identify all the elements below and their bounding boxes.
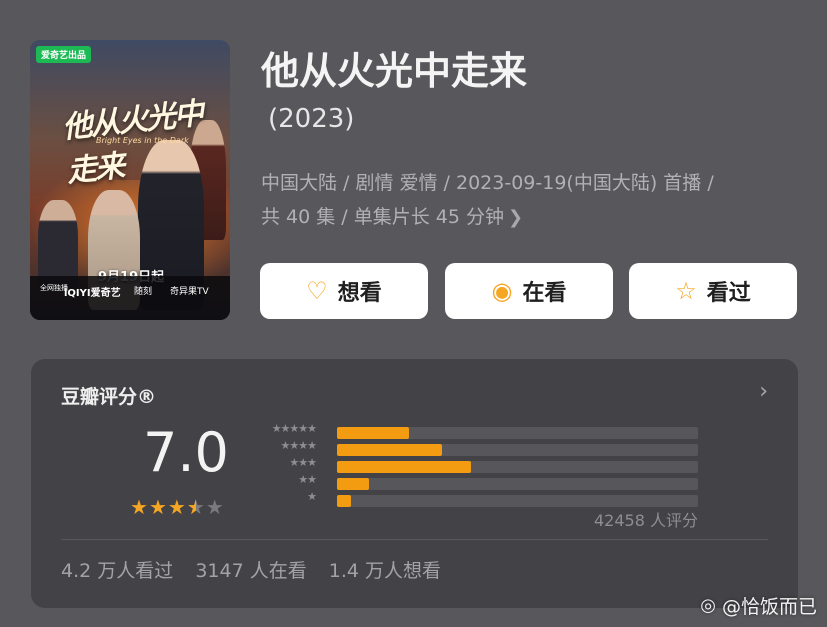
meta-info-line1: 中国大陆 / 剧情 爱情 / 2023-09-19(中国大陆) 首播 / (261, 172, 714, 194)
distribution-row-2-star: ★★ (256, 473, 706, 493)
distribution-track (337, 461, 698, 473)
star-level-icon: ★★★★★ (271, 422, 317, 435)
star-half-icon: ★ (187, 495, 206, 519)
poster-subtitle-art: Bright Eyes in the Dark (96, 136, 189, 145)
want-to-watch-button[interactable]: ♡ 想看 (260, 263, 428, 319)
meta-info-line2: 共 40 集 / 单集片长 45 分钟 ❯ (261, 200, 801, 235)
watched-label: 看过 (706, 281, 751, 306)
distribution-bar (337, 444, 442, 456)
star-level-icon: ★★ (298, 473, 317, 486)
poster-logo-strip: 全网独播 iQIYI爱奇艺 随刻 奇异果TV (30, 276, 230, 320)
rating-score: 7.0 (143, 421, 229, 484)
release-year: (2023) (268, 104, 355, 134)
rating-distribution: ★★★★★ ★★★★ ★★★ ★★ ★ (256, 422, 706, 510)
star-level-icon: ★ (307, 490, 317, 503)
distribution-bar (337, 461, 471, 473)
distribution-track (337, 478, 698, 490)
star-empty-icon: ★ (205, 495, 225, 519)
distribution-row-4-star: ★★★★ (256, 439, 706, 459)
divider (61, 539, 768, 540)
rating-count[interactable]: 42458 人评分 (594, 507, 698, 531)
distribution-row-5-star: ★★★★★ (256, 422, 706, 442)
weibo-icon: ◎ (700, 595, 716, 616)
want-to-watch-label: 想看 (337, 281, 382, 306)
target-circle-icon: ◉ (491, 277, 513, 305)
distribution-row-3-star: ★★★ (256, 456, 706, 476)
watching-label: 在看 (522, 281, 567, 306)
rating-card[interactable]: 豆瓣评分® › 7.0 ★★★★★ ★★★★★★★★★★★★★★★ 42458 … (31, 359, 798, 608)
poster-logo-iqiyi: iQIYI爱奇艺 (64, 288, 121, 299)
watching-button[interactable]: ◉ 在看 (445, 263, 613, 319)
meta-info-line2-text: 共 40 集 / 单集片长 45 分钟 (261, 206, 504, 228)
star-outline-icon: ☆ (675, 277, 697, 305)
star-level-icon: ★★★ (289, 456, 317, 469)
chevron-right-icon[interactable]: › (759, 379, 768, 404)
want-count[interactable]: 1.4 万人想看 (329, 560, 441, 582)
star-filled-icon: ★ (167, 495, 187, 519)
rating-card-title: 豆瓣评分® (61, 386, 157, 408)
distribution-bar (337, 495, 352, 507)
weibo-watermark: ◎ @恰饭而已 (700, 592, 817, 619)
distribution-bar (337, 427, 410, 439)
page-title: 他从火光中走来 (261, 49, 528, 93)
action-buttons: ♡ 想看 ◉ 在看 ☆ 看过 (260, 263, 800, 319)
heart-plus-icon: ♡ (306, 277, 328, 305)
watched-button[interactable]: ☆ 看过 (629, 263, 797, 319)
poster-logo-qiyiguo: 奇异果TV (170, 287, 209, 297)
distribution-track (337, 427, 698, 439)
rating-stars: ★★★★ ★ (130, 495, 225, 519)
watermark-text: @恰饭而已 (721, 596, 817, 618)
star-filled-icon: ★ (148, 495, 168, 519)
star-level-icon: ★★★★ (280, 439, 317, 452)
watched-count[interactable]: 4.2 万人看过 (61, 560, 173, 582)
distribution-track (337, 495, 698, 507)
poster-badge: 爱奇艺出品 (36, 46, 92, 63)
meta-info[interactable]: 中国大陆 / 剧情 爱情 / 2023-09-19(中国大陆) 首播 / 共 4… (261, 166, 801, 235)
poster-image[interactable]: 爱奇艺出品 他从火光中走来 Bright Eyes in the Dark 9月… (30, 40, 230, 320)
watching-count[interactable]: 3147 人在看 (195, 560, 306, 582)
distribution-track (337, 444, 698, 456)
star-filled-icon: ★ (130, 495, 149, 519)
audience-stats: 4.2 万人看过 3147 人在看 1.4 万人想看 (61, 556, 457, 583)
chevron-right-icon[interactable]: ❯ (508, 207, 523, 228)
poster-logo-suike: 随刻 (134, 287, 153, 297)
distribution-bar (337, 478, 370, 490)
